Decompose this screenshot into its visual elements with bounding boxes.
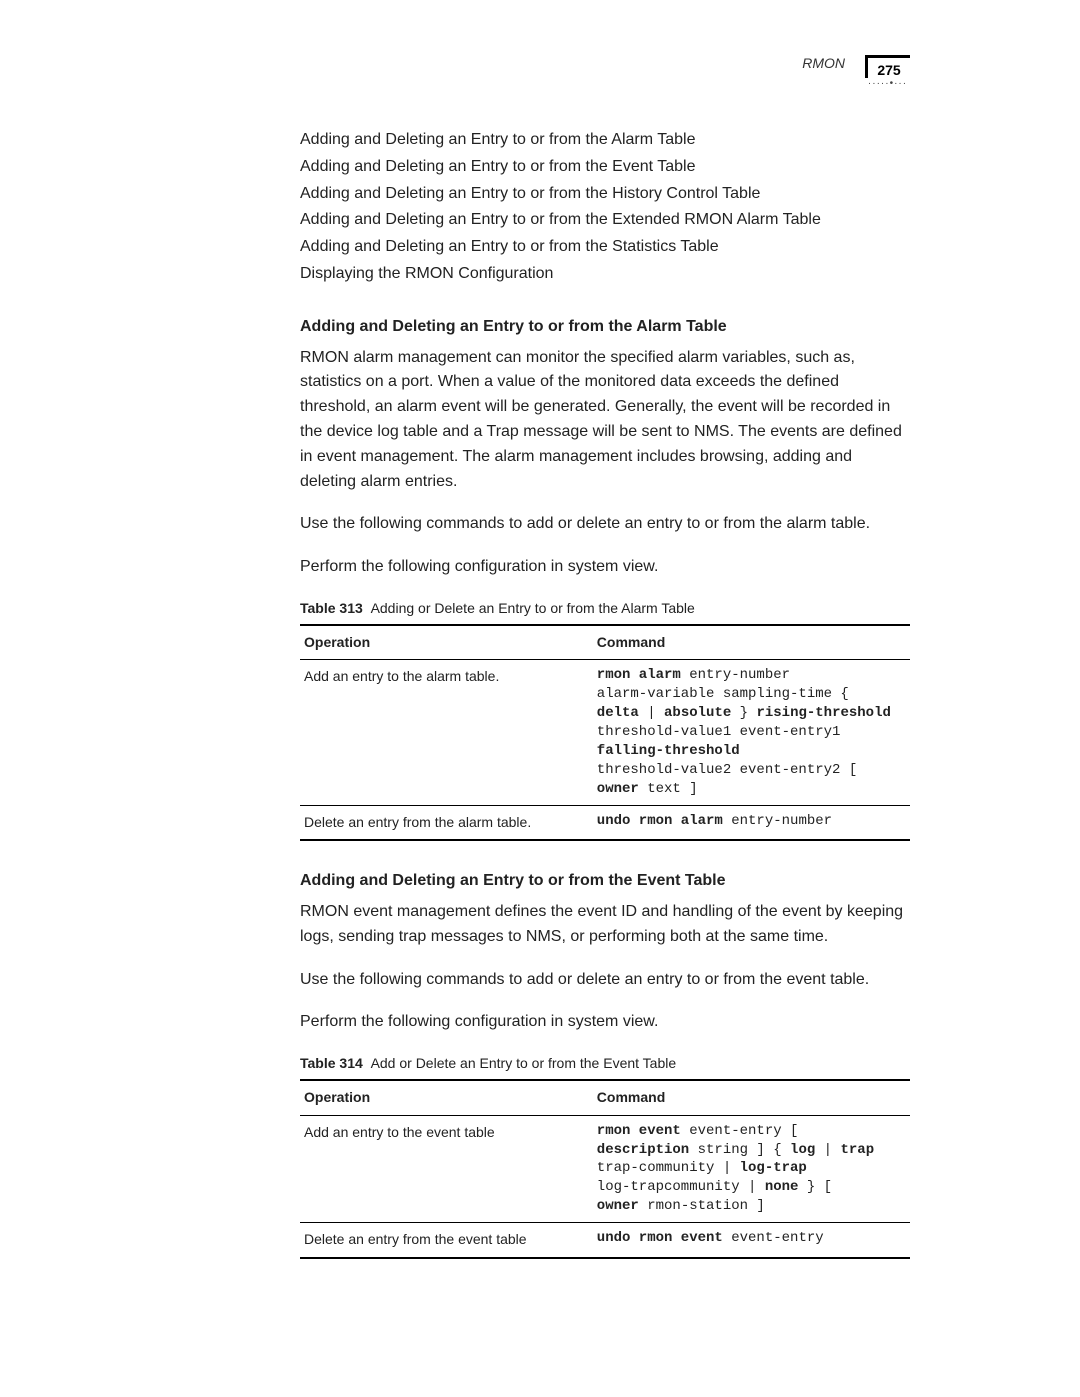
page-container: RMON 275 ·····•··· Adding and Deleting a… [0,0,1080,1339]
toc-item: Adding and Deleting an Entry to or from … [300,235,910,260]
cmd-keyword: undo rmon alarm [597,813,723,829]
page-number-box: 275 ·····•··· [865,55,910,88]
paragraph: Use the following commands to add or del… [300,512,910,537]
cmd-keyword: absolute [664,705,731,721]
toc-item: Adding and Deleting an Entry to or from … [300,182,910,207]
cmd-arg: string ] { [689,1142,790,1158]
cmd-keyword: log-trap [740,1160,807,1176]
cell-command: rmon alarm entry-number alarm-variable s… [593,660,910,805]
cmd-keyword: rising-threshold [756,705,890,721]
cmd-keyword: owner [597,1198,639,1214]
cmd-keyword: delta [597,705,639,721]
th-command: Command [593,1080,910,1115]
cmd-keyword: rmon event [597,1123,681,1139]
table-caption: Table 313 Adding or Delete an Entry to o… [300,598,910,620]
table-number: Table 313 [300,600,363,616]
main-content: Adding and Deleting an Entry to or from … [300,128,910,1259]
table-row: Delete an entry from the event table und… [300,1223,910,1258]
cell-command: undo rmon event event-entry [593,1223,910,1258]
toc-item: Adding and Deleting an Entry to or from … [300,208,910,233]
cmd-keyword: log [790,1142,815,1158]
cmd-keyword: trap [840,1142,874,1158]
cell-operation: Delete an entry from the event table [300,1223,593,1258]
table-row: Delete an entry from the alarm table. un… [300,805,910,840]
cmd-keyword: falling-threshold [597,743,740,759]
toc-item: Adding and Deleting an Entry to or from … [300,128,910,153]
cmd-arg: threshold-value2 event-entry2 [ [597,762,857,778]
dots-icon: ·····•··· [868,80,907,88]
cmd-arg: event-entry [ [681,1123,799,1139]
table-header-row: Operation Command [300,625,910,660]
cmd-keyword: rmon alarm [597,667,681,683]
cmd-keyword: owner [597,781,639,797]
cmd-arg: event-entry [723,1230,824,1246]
paragraph: RMON event management defines the event … [300,900,910,950]
cmd-arg: entry-number [681,667,790,683]
cmd-arg: alarm-variable sampling-time { [597,686,849,702]
cmd-keyword: description [597,1142,689,1158]
cmd-keyword: undo rmon event [597,1230,723,1246]
cmd-arg: text ] [639,781,698,797]
table-title: Adding or Delete an Entry to or from the… [371,600,695,616]
cmd-sep: } [731,705,756,721]
th-operation: Operation [300,625,593,660]
cmd-arg: trap-community | [597,1160,740,1176]
toc-item: Displaying the RMON Configuration [300,262,910,287]
cmd-sep: } [ [798,1179,832,1195]
table-header-row: Operation Command [300,1080,910,1115]
th-command: Command [593,625,910,660]
cell-operation: Delete an entry from the alarm table. [300,805,593,840]
table-caption: Table 314 Add or Delete an Entry to or f… [300,1053,910,1075]
cmd-arg: rmon-station ] [639,1198,765,1214]
cell-operation: Add an entry to the alarm table. [300,660,593,805]
paragraph: Use the following commands to add or del… [300,968,910,993]
table-title: Add or Delete an Entry to or from the Ev… [371,1055,677,1071]
cmd-sep: | [639,705,664,721]
section-heading-event: Adding and Deleting an Entry to or from … [300,869,910,894]
paragraph: Perform the following configuration in s… [300,1010,910,1035]
cell-operation: Add an entry to the event table [300,1115,593,1222]
th-operation: Operation [300,1080,593,1115]
table-number: Table 314 [300,1055,363,1071]
cmd-sep: | [815,1142,840,1158]
cell-command: rmon event event-entry [ description str… [593,1115,910,1222]
page-header: RMON 275 ·····•··· [170,55,910,88]
table-row: Add an entry to the event table rmon eve… [300,1115,910,1222]
table-row: Add an entry to the alarm table. rmon al… [300,660,910,805]
header-section-title: RMON [802,55,845,71]
alarm-table: Operation Command Add an entry to the al… [300,624,910,842]
paragraph: RMON alarm management can monitor the sp… [300,346,910,495]
cmd-arg: log-trapcommunity | [597,1179,765,1195]
toc-item: Adding and Deleting an Entry to or from … [300,155,910,180]
cell-command: undo rmon alarm entry-number [593,805,910,840]
cmd-arg: threshold-value1 event-entry1 [597,724,841,740]
cmd-arg: entry-number [723,813,832,829]
event-table: Operation Command Add an entry to the ev… [300,1079,910,1259]
paragraph: Perform the following configuration in s… [300,555,910,580]
page-number: 275 [865,55,910,78]
section-heading-alarm: Adding and Deleting an Entry to or from … [300,315,910,340]
cmd-keyword: none [765,1179,799,1195]
